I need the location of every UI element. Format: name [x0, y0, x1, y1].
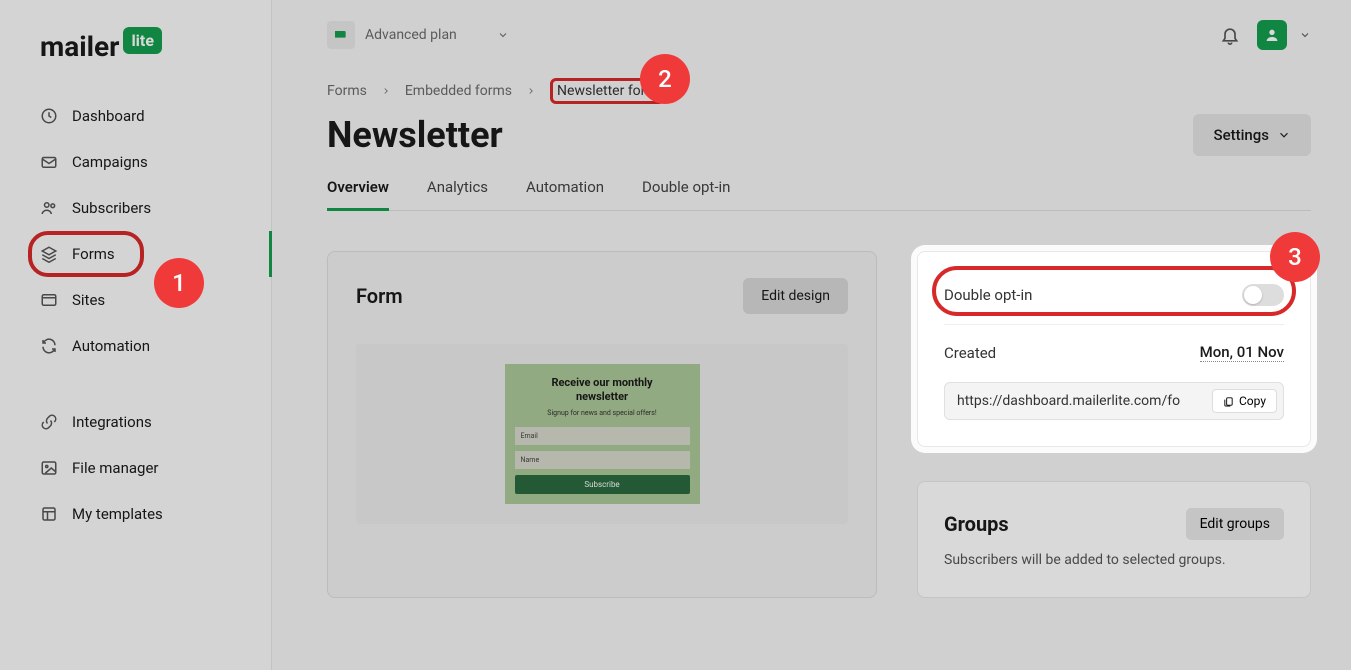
form-card-title: Form [356, 284, 403, 308]
tab-automation[interactable]: Automation [526, 168, 604, 210]
logo-text: mailer [40, 30, 119, 63]
chevron-down-icon [497, 29, 509, 41]
sidebar-item-filemanager[interactable]: File manager [0, 445, 271, 491]
sidebar-item-integrations[interactable]: Integrations [0, 399, 271, 445]
logo[interactable]: mailer lite [0, 30, 271, 93]
preview-subtitle: Signup for news and special offers! [515, 409, 690, 417]
form-preview: Receive our monthly newsletter Signup fo… [505, 364, 700, 504]
title-row: Newsletter Settings [327, 114, 1311, 156]
tab-double-optin[interactable]: Double opt-in [642, 168, 730, 210]
sidebar-item-dashboard[interactable]: Dashboard [0, 93, 271, 139]
preview-name-field: Name [515, 451, 690, 469]
groups-desc: Subscribers will be added to selected gr… [944, 550, 1284, 571]
sidebar-item-sites[interactable]: Sites [0, 277, 271, 323]
sidebar-item-label: Forms [72, 245, 115, 263]
image-icon [40, 459, 58, 477]
created-row: Created Mon, 01 Nov [944, 337, 1284, 368]
topbar: Advanced plan [327, 20, 1311, 50]
avatar[interactable] [1257, 20, 1287, 50]
plan-icon [327, 21, 355, 49]
info-card: Double opt-in Created Mon, 01 Nov https:… [917, 251, 1311, 447]
chevron-right-icon [381, 86, 391, 96]
sidebar-item-label: Subscribers [72, 199, 151, 217]
breadcrumb-current: Newsletter form [550, 78, 665, 104]
plan-selector[interactable]: Advanced plan [327, 21, 509, 49]
logo-badge: lite [123, 27, 162, 54]
copy-label: Copy [1239, 394, 1266, 408]
double-optin-label: Double opt-in [944, 286, 1032, 304]
edit-groups-button[interactable]: Edit groups [1186, 508, 1284, 540]
form-preview-container: Receive our monthly newsletter Signup fo… [356, 344, 848, 524]
preview-email-field: Email [515, 427, 690, 445]
main-content: Advanced plan Forms Embedded forms Newsl… [272, 0, 1351, 670]
link-icon [40, 413, 58, 431]
sidebar-item-forms[interactable]: Forms [0, 231, 271, 277]
sidebar-item-templates[interactable]: My templates [0, 491, 271, 537]
sidebar-item-subscribers[interactable]: Subscribers [0, 185, 271, 231]
double-optin-row: Double opt-in [944, 278, 1284, 325]
refresh-icon [40, 337, 58, 355]
edit-design-button[interactable]: Edit design [743, 278, 848, 314]
created-label: Created [944, 344, 996, 362]
chevron-down-icon [1277, 128, 1291, 142]
sidebar-item-label: Automation [72, 337, 150, 355]
clipboard-icon [1223, 396, 1234, 407]
bell-icon[interactable] [1215, 20, 1245, 50]
breadcrumb: Forms Embedded forms Newsletter form [327, 78, 1311, 104]
sidebar-item-automation[interactable]: Automation [0, 323, 271, 369]
form-card: Form Edit design Receive our monthly new… [327, 251, 877, 598]
sidebar: mailer lite Dashboard Campaigns Subscrib… [0, 0, 272, 670]
sidebar-item-label: Dashboard [72, 107, 145, 125]
sidebar-item-label: Campaigns [72, 153, 148, 171]
groups-header: Groups Edit groups [944, 508, 1284, 550]
page-title: Newsletter [327, 114, 503, 156]
groups-card: Groups Edit groups Subscribers will be a… [917, 481, 1311, 598]
sidebar-item-label: File manager [72, 459, 158, 477]
double-optin-toggle[interactable] [1242, 284, 1284, 306]
tab-overview[interactable]: Overview [327, 168, 389, 210]
template-icon [40, 505, 58, 523]
groups-title: Groups [944, 512, 1009, 536]
settings-button[interactable]: Settings [1193, 114, 1311, 156]
sidebar-item-campaigns[interactable]: Campaigns [0, 139, 271, 185]
breadcrumb-forms[interactable]: Forms [327, 83, 367, 99]
side-column: Double opt-in Created Mon, 01 Nov https:… [917, 251, 1311, 598]
sidebar-item-label: Integrations [72, 413, 152, 431]
window-icon [40, 291, 58, 309]
chevron-down-icon[interactable] [1299, 29, 1311, 41]
plan-label: Advanced plan [365, 27, 457, 43]
clock-icon [40, 107, 58, 125]
layers-icon [40, 245, 58, 263]
settings-label: Settings [1213, 126, 1269, 144]
url-row: https://dashboard.mailerlite.com/fo Copy [944, 382, 1284, 420]
form-card-header: Form Edit design [356, 278, 848, 314]
users-icon [40, 199, 58, 217]
preview-title-line1: Receive our monthly [515, 376, 690, 390]
preview-subscribe-button: Subscribe [515, 475, 690, 494]
preview-title-line2: newsletter [515, 390, 690, 404]
sidebar-item-label: Sites [72, 291, 105, 309]
top-actions [1215, 20, 1311, 50]
chevron-right-icon [526, 86, 536, 96]
content-row: Form Edit design Receive our monthly new… [327, 251, 1311, 598]
mail-icon [40, 153, 58, 171]
breadcrumb-embedded[interactable]: Embedded forms [405, 83, 512, 99]
tabs: Overview Analytics Automation Double opt… [327, 168, 1311, 211]
form-url[interactable]: https://dashboard.mailerlite.com/fo [945, 383, 1206, 419]
tab-analytics[interactable]: Analytics [427, 168, 488, 210]
copy-button[interactable]: Copy [1212, 389, 1277, 413]
sidebar-item-label: My templates [72, 505, 163, 523]
created-value: Mon, 01 Nov [1200, 343, 1284, 362]
